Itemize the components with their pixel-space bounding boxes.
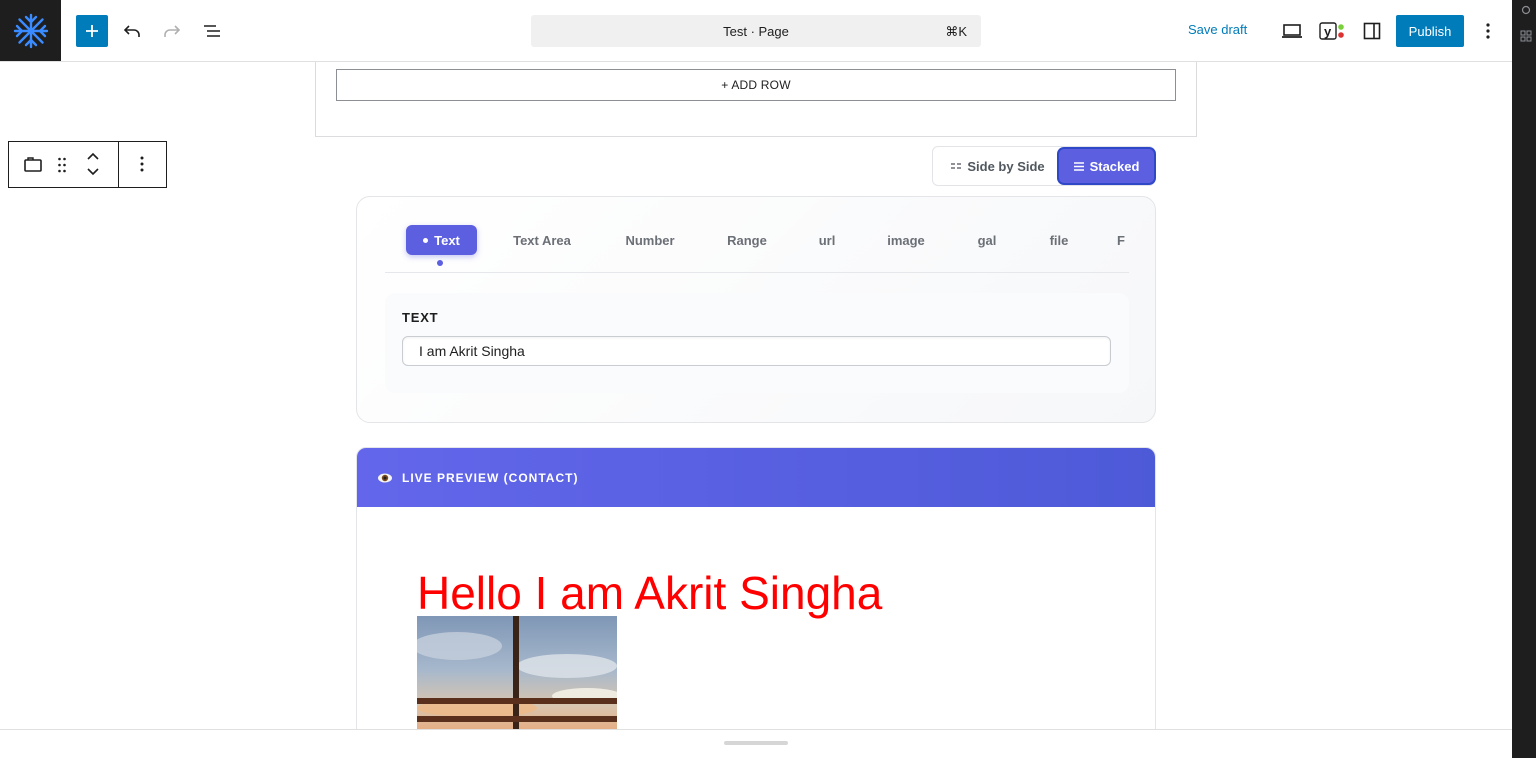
columns-icon [951, 163, 962, 169]
move-down-icon[interactable] [85, 166, 101, 178]
shortcut-hint: ⌘K [945, 24, 967, 39]
field-type-tabs: Text Text Area Number Range url image ga… [385, 225, 1129, 273]
tab-image[interactable]: image [874, 225, 938, 255]
editor-header: Test · Page ⌘K Save draft y Publish [0, 0, 1512, 62]
tab-text[interactable]: Text [406, 225, 477, 255]
live-preview-title: LIVE PREVIEW (CONTACT) [402, 470, 579, 485]
yoast-seo-button[interactable]: y [1316, 15, 1348, 47]
live-preview-header: LIVE PREVIEW (CONTACT) [357, 448, 1155, 507]
sidebar-icon [1363, 22, 1381, 40]
field-editor-card: Text Text Area Number Range url image ga… [356, 196, 1156, 423]
tab-f[interactable]: F [1113, 225, 1129, 255]
side-by-side-label: Side by Side [967, 158, 1045, 174]
redo-icon [164, 25, 181, 37]
svg-text:y: y [1324, 24, 1332, 39]
drag-handle-icon[interactable] [57, 156, 67, 174]
options-menu-button[interactable] [1476, 15, 1500, 47]
yoast-icon: y [1319, 22, 1344, 40]
resize-handle[interactable] [724, 741, 788, 745]
settings-cog-icon[interactable] [1520, 4, 1532, 16]
block-editor: Test · Page ⌘K Save draft y Publish + AD… [0, 0, 1536, 758]
layout-switch: Side by Side Stacked [932, 146, 1155, 186]
tab-url[interactable]: url [805, 225, 849, 255]
list-view-icon [204, 25, 220, 37]
tab-range[interactable]: Range [711, 225, 783, 255]
tab-gal[interactable]: gal [961, 225, 1013, 255]
save-draft-button[interactable]: Save draft [1188, 22, 1247, 37]
document-title: Test · Page [723, 24, 789, 39]
grid-icon[interactable] [1520, 30, 1532, 42]
block-inserter-button[interactable] [76, 15, 108, 47]
vertical-ellipsis-icon [1486, 23, 1490, 39]
tab-file[interactable]: file [1035, 225, 1083, 255]
redo-button[interactable] [158, 15, 186, 47]
publish-button[interactable]: Publish [1396, 15, 1464, 47]
right-edge-panel [1512, 0, 1536, 758]
stacked-label: Stacked [1089, 158, 1140, 174]
sky-window-photo [417, 616, 617, 736]
plus-icon [86, 25, 98, 37]
laptop-icon [1282, 24, 1302, 38]
block-options-icon[interactable] [140, 156, 144, 172]
block-breadcrumb-bar [0, 729, 1512, 758]
rows-icon [1073, 161, 1084, 171]
undo-icon [123, 25, 140, 37]
field-body: TEXT [385, 293, 1129, 393]
tab-number[interactable]: Number [610, 225, 690, 255]
snowflake-logo-icon [13, 13, 48, 48]
command-palette-button[interactable]: Test · Page ⌘K [531, 15, 981, 47]
toolbar-divider [118, 142, 119, 187]
eye-icon [378, 473, 392, 482]
preview-image [417, 616, 617, 736]
text-field-input[interactable] [402, 336, 1111, 366]
stacked-button[interactable]: Stacked [1059, 149, 1154, 183]
side-by-side-button[interactable]: Side by Side [941, 152, 1055, 180]
repeater-block: + ADD ROW [315, 62, 1197, 137]
device-preview-button[interactable] [1278, 15, 1306, 47]
undo-button[interactable] [118, 15, 146, 47]
add-row-button[interactable]: + ADD ROW [336, 69, 1176, 101]
preview-heading: Hello I am Akrit Singha [417, 567, 883, 619]
live-preview-card: LIVE PREVIEW (CONTACT) Hello I am Akrit … [356, 447, 1156, 747]
document-overview-button[interactable] [198, 15, 226, 47]
field-label: TEXT [402, 310, 439, 325]
block-toolbar [8, 141, 167, 188]
settings-sidebar-button[interactable] [1358, 15, 1386, 47]
active-tab-indicator [437, 260, 443, 266]
move-up-icon[interactable] [85, 150, 101, 162]
active-dot-icon [423, 237, 429, 243]
block-type-icon[interactable] [23, 156, 43, 174]
site-logo[interactable] [0, 0, 61, 61]
tab-text-area[interactable]: Text Area [497, 225, 587, 255]
